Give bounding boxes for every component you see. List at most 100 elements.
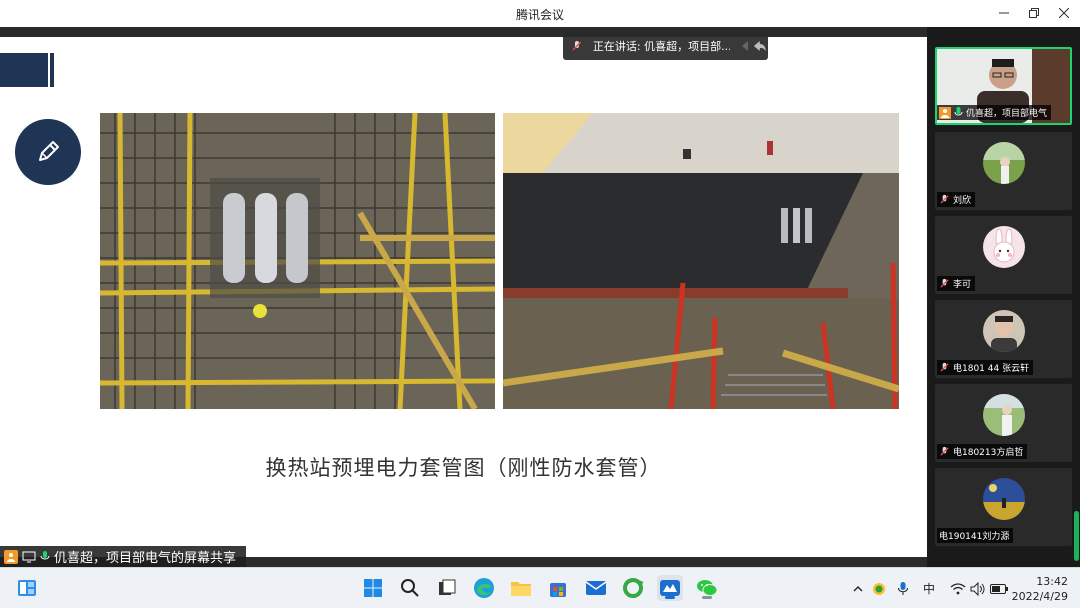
mic-muted-icon [940, 362, 949, 372]
participant-name-tag: 电180213方启哲 [937, 444, 1028, 459]
avatar [983, 310, 1025, 352]
participant-tile[interactable]: 电1801 44 张云轩 [935, 300, 1072, 378]
participant-name-tag: 电190141刘力源 [937, 528, 1014, 543]
start-button[interactable] [360, 575, 386, 601]
widgets-icon [18, 580, 36, 596]
tray-app[interactable] [872, 568, 886, 608]
participant-name-tag: 仉喜超，项目部电气 [937, 105, 1052, 120]
volume-icon [970, 581, 985, 596]
restore-button[interactable] [1026, 5, 1042, 21]
window-controls [996, 5, 1072, 21]
participant-name: 电180213方启哲 [953, 448, 1024, 458]
clock-date: 2022/4/29 [1011, 590, 1068, 603]
search-icon [401, 579, 419, 597]
mic-active-icon [954, 106, 963, 115]
participant-name: 电190141刘力源 [939, 532, 1010, 542]
wechat-button[interactable] [694, 575, 720, 601]
participant-name: 电1801 44 张云轩 [953, 364, 1030, 374]
app-tray-icon [873, 582, 885, 595]
system-tray [852, 568, 864, 608]
participant-scrollbar[interactable] [1074, 511, 1079, 561]
widgets-button[interactable] [14, 575, 40, 601]
participant-name-tag: 刘欣 [937, 192, 976, 207]
mic-muted-icon [572, 41, 582, 51]
participant-name: 李可 [953, 280, 972, 290]
presentation-slide: 换热站预埋电力套管图（刚性防水套管） [0, 37, 927, 557]
screen-icon [22, 551, 36, 562]
browser-button[interactable] [620, 575, 646, 601]
mic-muted-icon [940, 278, 949, 288]
slide-caption: 换热站预埋电力套管图（刚性防水套管） [265, 456, 662, 480]
participant-name: 刘欣 [953, 196, 972, 206]
task-view-button[interactable] [434, 575, 460, 601]
photo-concrete-pit [503, 113, 899, 409]
participant-name: 仉喜超，项目部电气 [966, 109, 1048, 119]
host-icon [939, 106, 951, 119]
battery-tray[interactable] [990, 568, 1008, 608]
active-app-indicator [665, 596, 675, 599]
folder-icon [511, 582, 531, 596]
speaking-indicator: 正在讲话: 仉喜超，项目部... [563, 32, 768, 60]
participant-name-tag: 李可 [937, 276, 976, 291]
mail-icon [585, 581, 607, 595]
search-button[interactable] [397, 575, 423, 601]
participant-name-tag: 电1801 44 张云轩 [937, 360, 1034, 375]
close-icon [1059, 8, 1069, 18]
mail-button[interactable] [583, 575, 609, 601]
store-button[interactable] [545, 575, 571, 601]
wifi-tray[interactable] [950, 568, 966, 608]
participant-tile[interactable]: 李可 [935, 216, 1072, 294]
window-title: 腾讯会议 [515, 8, 564, 22]
ime-indicator[interactable]: 中 [923, 568, 935, 608]
avatar [983, 226, 1025, 268]
participant-panel: 仉喜超，项目部电气 刘欣 李可 电1801 44 张云轩 电180213方启哲 … [927, 27, 1080, 567]
shared-screen-area: 换热站预埋电力套管图（刚性防水套管） [0, 27, 927, 567]
participant-tile[interactable]: 电180213方启哲 [935, 384, 1072, 462]
edge-icon [474, 578, 494, 598]
mic-active-icon [40, 550, 50, 559]
tencent-meeting-button[interactable] [657, 575, 683, 601]
task-view-icon [439, 579, 456, 595]
avatar [983, 478, 1025, 520]
taskbar: 中 13:42 2022/4/29 [0, 567, 1080, 608]
running-app-indicator [702, 596, 712, 599]
minimize-button[interactable] [996, 5, 1012, 21]
clock-time: 13:42 [1036, 575, 1068, 588]
file-explorer-button[interactable] [508, 575, 534, 601]
participant-tile[interactable]: 刘欣 [935, 132, 1072, 210]
title-bar: 腾讯会议 [0, 0, 1080, 27]
avatar [983, 142, 1025, 184]
pencil-badge [15, 119, 81, 185]
screen-share-label: 仉喜超，项目部电气的屏幕共享 [0, 546, 246, 567]
person-icon [7, 552, 15, 562]
participant-tile[interactable]: 电190141刘力源 [935, 468, 1072, 546]
speaking-text: 正在讲话: 仉喜超，项目部... [592, 40, 731, 53]
edge-button[interactable] [471, 575, 497, 601]
volume-tray[interactable] [970, 568, 986, 608]
restore-icon [1029, 8, 1039, 18]
battery-icon [990, 583, 1008, 594]
screen-share-text: 仉喜超，项目部电气的屏幕共享 [54, 551, 237, 566]
pencil-icon [39, 141, 59, 161]
avatar [983, 394, 1025, 436]
expand-arrow-icon[interactable] [740, 40, 768, 52]
minimize-icon [999, 12, 1009, 14]
wifi-icon [950, 582, 966, 594]
slide-header-block [0, 53, 48, 87]
taskbar-clock[interactable]: 13:42 2022/4/29 [1012, 574, 1068, 604]
tencent-meeting-icon [660, 580, 680, 596]
photo-rebar-sleeves [100, 113, 495, 409]
chevron-up-icon[interactable] [852, 583, 864, 595]
microphone-tray[interactable] [897, 568, 909, 608]
mic-muted-icon [940, 446, 949, 456]
host-badge [4, 549, 18, 564]
participant-tile[interactable]: 仉喜超，项目部电气 [935, 47, 1072, 125]
slide-header-bar [50, 53, 54, 87]
close-button[interactable] [1056, 5, 1072, 21]
mic-muted-icon [940, 194, 949, 204]
wechat-icon [697, 580, 718, 596]
microphone-icon [898, 581, 908, 595]
store-icon [550, 583, 566, 597]
ie-browser-icon [623, 578, 644, 598]
windows-logo-icon [364, 579, 382, 597]
